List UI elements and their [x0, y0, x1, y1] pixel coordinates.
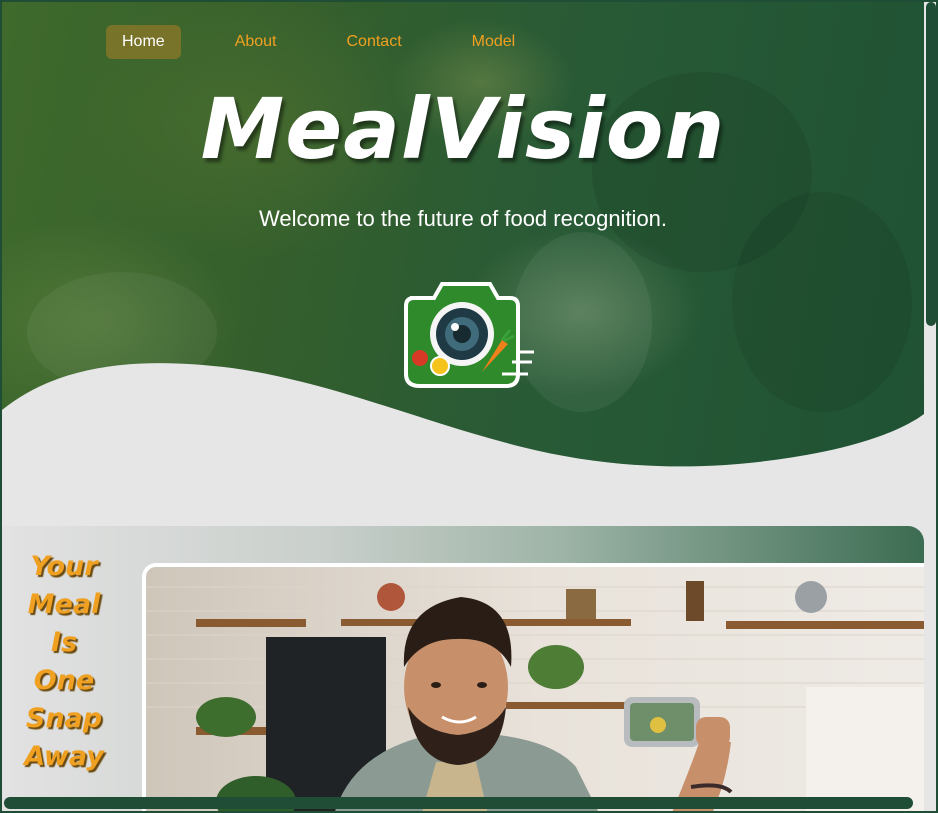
nav-about[interactable]: About	[219, 25, 293, 59]
nav-contact[interactable]: Contact	[331, 25, 418, 59]
nav-model[interactable]: Model	[456, 25, 532, 59]
slogan-word: Meal	[27, 589, 101, 620]
hero-wave	[2, 72, 924, 472]
horizontal-scrollbar[interactable]	[4, 797, 913, 809]
side-slogan: Your Meal Is One Snap Away	[12, 548, 116, 776]
vertical-scrollbar[interactable]	[926, 2, 936, 326]
kitchen-selfie-illustration	[146, 567, 924, 813]
snap-section: Your Meal Is One Snap Away	[2, 526, 924, 813]
top-nav: Home About Contact Model	[106, 25, 569, 59]
slogan-word: One	[33, 665, 95, 696]
slogan-word: Away	[24, 741, 104, 772]
nav-home[interactable]: Home	[106, 25, 181, 59]
hero-tagline: Welcome to the future of food recognitio…	[258, 206, 668, 231]
hero-section: Home About Contact Model MealVision Welc…	[2, 2, 924, 472]
camera-food-logo-icon	[404, 282, 534, 388]
slogan-word: Your	[30, 551, 98, 582]
brand-title: MealVision	[200, 80, 726, 178]
slogan-word: Snap	[25, 703, 103, 734]
hero-photo	[142, 563, 924, 813]
slogan-word: Is	[50, 627, 78, 658]
